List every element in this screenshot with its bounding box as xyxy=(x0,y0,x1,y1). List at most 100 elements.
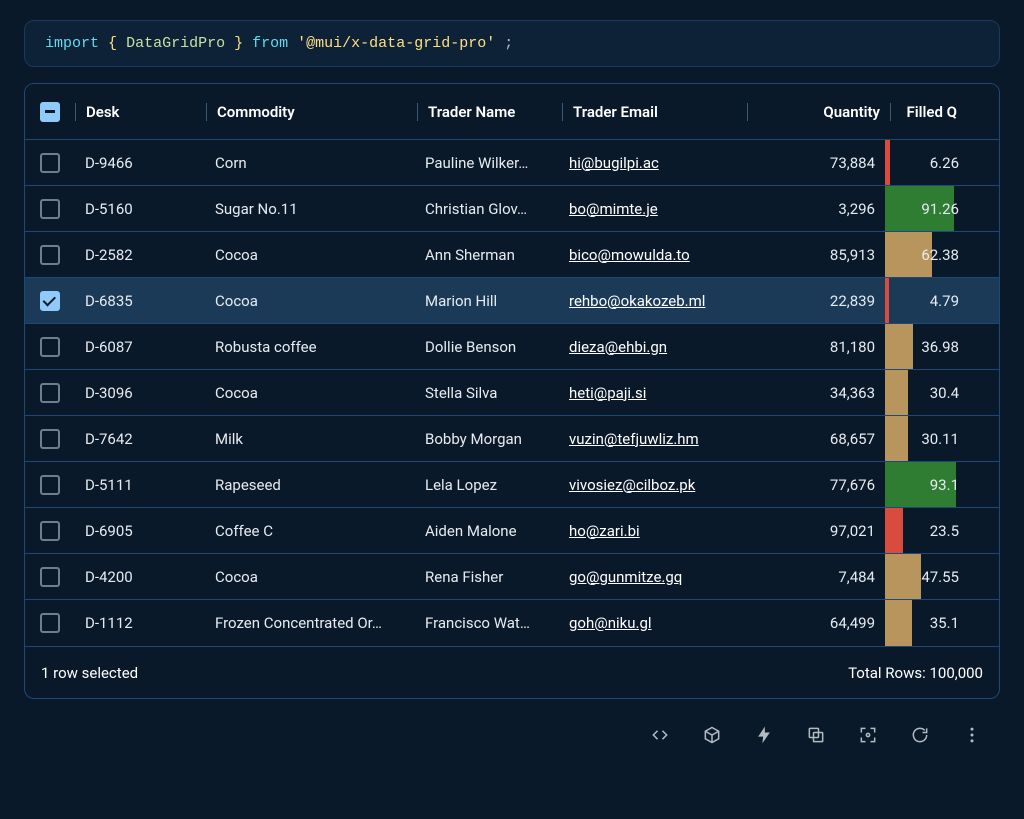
bolt-icon[interactable] xyxy=(752,723,776,747)
row-checkbox[interactable] xyxy=(40,567,60,587)
table-row[interactable]: D-1112 Frozen Concentrated Or… Francisco… xyxy=(25,600,999,646)
total-rows: Total Rows: 100,000 xyxy=(848,664,983,682)
cell-email: vuzin@tefjuwliz.hm xyxy=(559,430,743,448)
codesandbox-icon[interactable] xyxy=(700,723,724,747)
col-header-filled[interactable]: Filled Q xyxy=(891,103,967,121)
row-checkbox[interactable] xyxy=(40,613,60,633)
row-checkbox-cell xyxy=(25,475,75,495)
fill-bar xyxy=(885,600,912,646)
row-checkbox[interactable] xyxy=(40,245,60,265)
table-row[interactable]: D-3096 Cocoa Stella Silva heti@paji.si 3… xyxy=(25,370,999,416)
email-link[interactable]: hi@bugilpi.ac xyxy=(569,154,659,172)
table-row[interactable]: D-6087 Robusta coffee Dollie Benson diez… xyxy=(25,324,999,370)
cell-email: vivosiez@cilboz.pk xyxy=(559,476,743,494)
cell-email: hi@bugilpi.ac xyxy=(559,154,743,172)
fill-value: 23.5 xyxy=(930,522,959,540)
table-row[interactable]: D-7642 Milk Bobby Morgan vuzin@tefjuwliz… xyxy=(25,416,999,462)
row-checkbox[interactable] xyxy=(40,383,60,403)
kw-from: from xyxy=(252,35,288,52)
email-link[interactable]: bo@mimte.je xyxy=(569,200,658,218)
semicolon: ; xyxy=(504,35,513,52)
cell-commodity: Cocoa xyxy=(205,568,415,586)
grid-body: D-9466 Corn Pauline Wilker… hi@bugilpi.a… xyxy=(25,140,999,646)
row-checkbox[interactable] xyxy=(40,153,60,173)
fill-bar xyxy=(885,140,890,185)
fill-bar xyxy=(885,324,913,369)
email-link[interactable]: go@gunmitze.gq xyxy=(569,568,682,586)
more-icon[interactable] xyxy=(960,723,984,747)
cell-desk: D-2582 xyxy=(75,246,205,264)
cell-filled: 47.55 xyxy=(885,554,961,599)
cell-commodity: Cocoa xyxy=(205,292,415,310)
cell-email: goh@niku.gl xyxy=(559,614,743,632)
select-all-checkbox[interactable] xyxy=(40,102,60,122)
fill-value: 35.1 xyxy=(930,614,959,632)
row-checkbox[interactable] xyxy=(40,521,60,541)
col-header-email[interactable]: Trader Email xyxy=(563,103,747,121)
cell-quantity: 3,296 xyxy=(743,200,885,218)
row-checkbox-cell xyxy=(25,567,75,587)
row-checkbox-cell xyxy=(25,429,75,449)
email-link[interactable]: vivosiez@cilboz.pk xyxy=(569,476,695,494)
fullscreen-icon[interactable] xyxy=(856,723,880,747)
col-header-desk[interactable]: Desk xyxy=(76,103,206,121)
table-row[interactable]: D-2582 Cocoa Ann Sherman bico@mowulda.to… xyxy=(25,232,999,278)
cell-commodity: Robusta coffee xyxy=(205,338,415,356)
table-row[interactable]: D-5160 Sugar No.11 Christian Glov… bo@mi… xyxy=(25,186,999,232)
fill-value: 4.79 xyxy=(930,292,959,310)
table-row[interactable]: D-9466 Corn Pauline Wilker… hi@bugilpi.a… xyxy=(25,140,999,186)
fill-bar xyxy=(885,370,908,415)
email-link[interactable]: rehbo@okakozeb.ml xyxy=(569,292,705,310)
email-link[interactable]: bico@mowulda.to xyxy=(569,246,690,264)
cell-filled: 4.79 xyxy=(885,278,961,323)
identifier: DataGridPro xyxy=(126,35,225,52)
cell-commodity: Cocoa xyxy=(205,384,415,402)
data-grid: Desk Commodity Trader Name Trader Email … xyxy=(24,83,1000,699)
cell-trader: Rena Fisher xyxy=(415,568,559,586)
table-row[interactable]: D-4200 Cocoa Rena Fisher go@gunmitze.gq … xyxy=(25,554,999,600)
cell-desk: D-6835 xyxy=(75,292,205,310)
row-checkbox[interactable] xyxy=(40,199,60,219)
row-checkbox[interactable] xyxy=(40,291,60,311)
table-row[interactable]: D-6905 Coffee C Aiden Malone ho@zari.bi … xyxy=(25,508,999,554)
cell-quantity: 68,657 xyxy=(743,430,885,448)
fill-value: 30.4 xyxy=(930,384,959,402)
cell-filled: 35.1 xyxy=(885,600,961,646)
row-checkbox[interactable] xyxy=(40,475,60,495)
code-icon[interactable] xyxy=(648,723,672,747)
col-header-quantity[interactable]: Quantity xyxy=(748,103,890,121)
cell-desk: D-5111 xyxy=(75,476,205,494)
cell-trader: Aiden Malone xyxy=(415,522,559,540)
cell-email: ho@zari.bi xyxy=(559,522,743,540)
cell-filled: 6.26 xyxy=(885,140,961,185)
row-checkbox-cell xyxy=(25,383,75,403)
table-row[interactable]: D-6835 Cocoa Marion Hill rehbo@okakozeb.… xyxy=(25,278,999,324)
copy-icon[interactable] xyxy=(804,723,828,747)
fill-bar xyxy=(885,416,908,461)
kw-import: import xyxy=(45,35,99,52)
cell-email: bico@mowulda.to xyxy=(559,246,743,264)
email-link[interactable]: dieza@ehbi.gn xyxy=(569,338,667,356)
fill-value: 30.11 xyxy=(921,430,959,448)
cell-quantity: 97,021 xyxy=(743,522,885,540)
cell-trader: Dollie Benson xyxy=(415,338,559,356)
email-link[interactable]: ho@zari.bi xyxy=(569,522,640,540)
cell-trader: Bobby Morgan xyxy=(415,430,559,448)
col-header-commodity[interactable]: Commodity xyxy=(207,103,417,121)
col-header-trader[interactable]: Trader Name xyxy=(418,103,562,121)
cell-trader: Stella Silva xyxy=(415,384,559,402)
table-row[interactable]: D-5111 Rapeseed Lela Lopez vivosiez@cilb… xyxy=(25,462,999,508)
row-checkbox[interactable] xyxy=(40,429,60,449)
email-link[interactable]: heti@paji.si xyxy=(569,384,646,402)
cell-commodity: Cocoa xyxy=(205,246,415,264)
cell-commodity: Corn xyxy=(205,154,415,172)
refresh-icon[interactable] xyxy=(908,723,932,747)
row-checkbox-cell xyxy=(25,291,75,311)
row-checkbox[interactable] xyxy=(40,337,60,357)
cell-quantity: 22,839 xyxy=(743,292,885,310)
email-link[interactable]: vuzin@tefjuwliz.hm xyxy=(569,430,699,448)
row-checkbox-cell xyxy=(25,153,75,173)
email-link[interactable]: goh@niku.gl xyxy=(569,614,652,632)
cell-filled: 30.4 xyxy=(885,370,961,415)
cell-commodity: Frozen Concentrated Or… xyxy=(205,614,415,632)
